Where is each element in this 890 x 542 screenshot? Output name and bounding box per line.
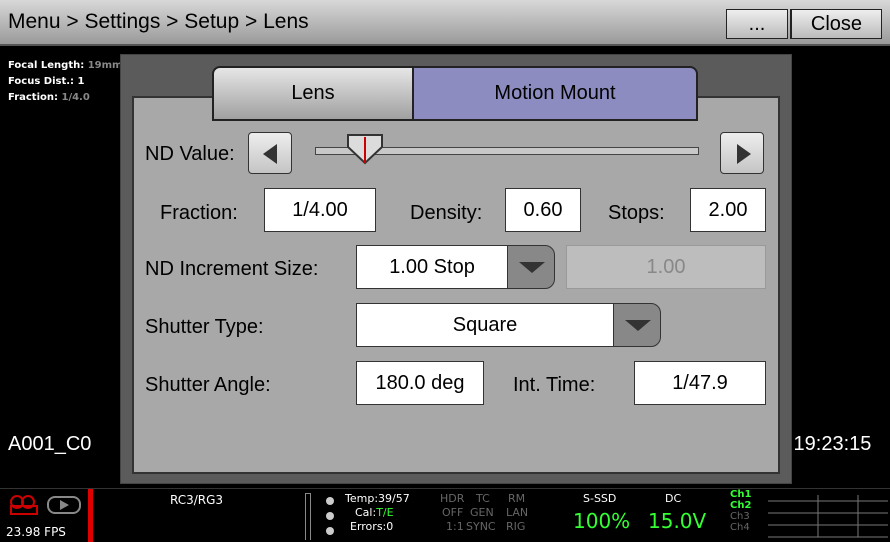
timecode: :19:23:15 [788, 433, 872, 455]
right-arrow-icon [737, 144, 751, 164]
channel-1: Ch1 [730, 489, 752, 500]
errors-readout: Errors:0 [350, 520, 394, 533]
density-label: Density: [410, 202, 483, 224]
breadcrumb: Menu > Settings > Setup > Lens [8, 10, 309, 33]
media-percent: 100% [573, 509, 631, 533]
nd-increment-select[interactable]: 1.00 Stop [356, 245, 508, 289]
lens-info-overlay: Focal Length: 19mm Focus Dist.: 1 Fracti… [8, 58, 122, 106]
int-time-label: Int. Time: [513, 374, 596, 396]
temp-readout: Temp:39/57 [345, 492, 410, 505]
channel-3: Ch3 [730, 511, 750, 522]
camera-icon [10, 495, 81, 515]
rm-rig: RIG [506, 520, 526, 533]
power-label: DC [665, 492, 682, 505]
status-bar: 23.98 FPS RC3/RG3 Temp:39/57 Cal:T/E Err… [0, 488, 890, 542]
fps-readout: 23.98 FPS [6, 525, 66, 539]
tab-lens[interactable]: Lens [212, 66, 412, 121]
tab-motion-mount[interactable]: Motion Mount [412, 66, 698, 121]
cal-value: T/E [376, 506, 394, 519]
density-value: 0.60 [505, 188, 581, 232]
status-dot [326, 512, 334, 520]
focus-dist-label: Focus Dist.: [8, 76, 75, 87]
clip-name: A001_C0 [8, 433, 92, 455]
nd-value-label: ND Value: [145, 143, 235, 165]
fraction-value: 1/4.00 [264, 188, 376, 232]
shutter-type-dropdown-button[interactable] [613, 303, 661, 347]
media-label: S-SSD [583, 492, 617, 505]
shutter-angle-label: Shutter Angle: [145, 374, 271, 396]
tc-label: TC [476, 492, 490, 505]
rm-value: LAN [506, 506, 529, 519]
tc-value: GEN [470, 506, 494, 519]
hdr-label: HDR [440, 492, 465, 505]
nd-increment-label: ND Increment Size: [145, 258, 319, 280]
left-arrow-icon [263, 144, 277, 164]
cal-label: Cal: [355, 506, 377, 519]
hdr-value: OFF [442, 506, 464, 519]
record-indicator [88, 489, 93, 542]
rm-label: RM [508, 492, 526, 505]
shutter-type-label: Shutter Type: [145, 316, 264, 338]
stops-label: Stops: [608, 202, 665, 224]
status-dot [326, 527, 334, 535]
nd-decrease-button[interactable] [248, 132, 292, 174]
title-bar: Menu > Settings > Setup > Lens ... Close [0, 0, 890, 46]
shutter-angle-value[interactable]: 180.0 deg [356, 361, 484, 405]
more-button[interactable]: ... [726, 9, 788, 39]
status-divider [305, 493, 311, 540]
shutter-type-select[interactable]: Square [356, 303, 614, 347]
power-voltage: 15.0V [648, 509, 707, 533]
focal-length-label: Focal Length: [8, 60, 85, 71]
focal-length-value: 19mm [87, 60, 123, 71]
rc-label: RC3/RG3 [170, 493, 224, 507]
chevron-down-icon [625, 320, 651, 331]
close-button[interactable]: Close [790, 9, 882, 39]
fraction-overlay-value: 1/4.0 [61, 92, 90, 103]
int-time-value[interactable]: 1/47.9 [634, 361, 766, 405]
channel-2: Ch2 [730, 500, 752, 511]
nd-increase-button[interactable] [720, 132, 764, 174]
channel-4: Ch4 [730, 522, 750, 533]
fraction-label: Fraction: [160, 202, 238, 224]
focus-dist-value: 1 [77, 76, 85, 87]
hdr-ratio: 1:1 [446, 520, 464, 533]
nd-increment-dropdown-button[interactable] [507, 245, 555, 289]
tc-sync: SYNC [466, 520, 496, 533]
audio-meters [768, 495, 888, 538]
nd-slider-handle[interactable] [346, 133, 384, 169]
status-dot [326, 497, 334, 505]
chevron-down-icon [519, 262, 545, 273]
stops-value: 2.00 [690, 188, 766, 232]
fraction-overlay-label: Fraction: [8, 92, 58, 103]
nd-increment-disabled-field: 1.00 [566, 245, 766, 289]
